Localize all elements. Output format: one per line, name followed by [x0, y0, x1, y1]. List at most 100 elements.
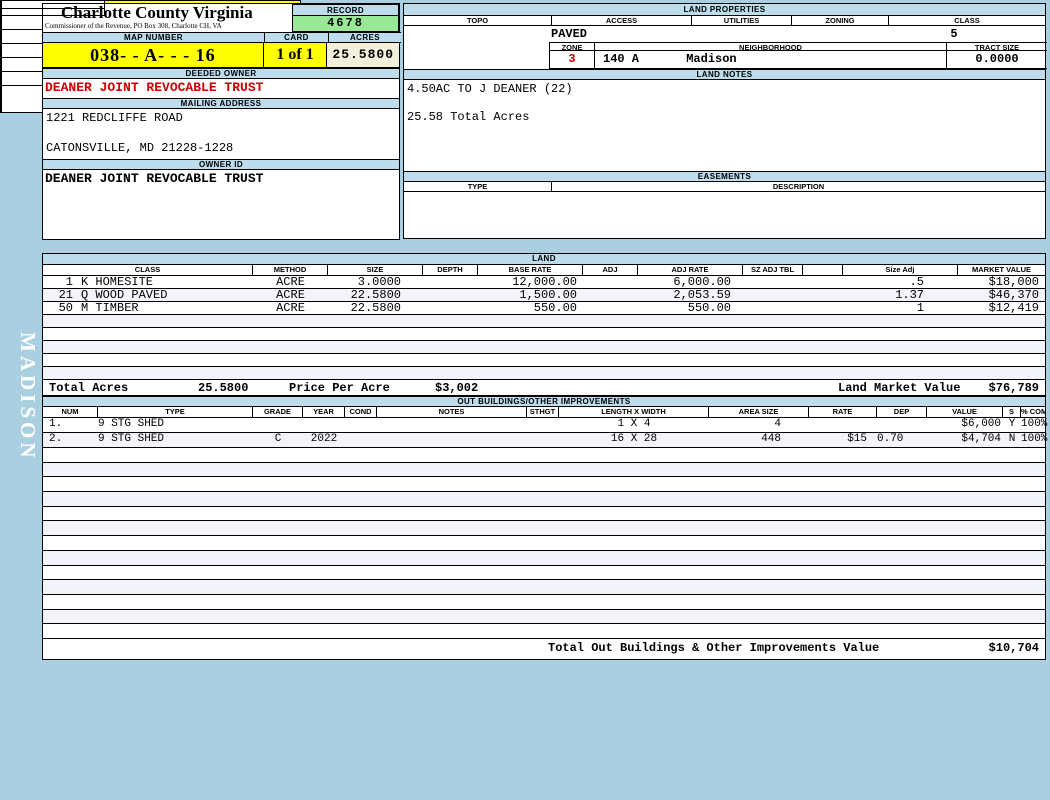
land-properties-panel: LAND PROPERTIES TOPO ACCESS UTILITIES ZO…: [403, 3, 1047, 239]
land-empty-row: [43, 354, 1045, 367]
ob-col-grade: GRADE: [253, 407, 303, 419]
land-col-adj: ADJ: [583, 265, 638, 276]
ob-col-sthgt: STHGT: [527, 407, 559, 419]
neighborhood-code: 140 A: [603, 52, 640, 66]
land-empty-row: [43, 366, 1045, 380]
ob-col-dep: DEP: [877, 407, 927, 419]
land-market-value: $76,789: [988, 380, 1039, 395]
easements-empty-area: [404, 192, 1045, 238]
land-properties-values-row: PAVED 5: [404, 26, 1045, 42]
land-note-line-1: 4.50AC TO J DEANER (22): [407, 82, 573, 96]
land-notes-title: LAND NOTES: [404, 69, 1045, 80]
easement-description-label: DESCRIPTION: [552, 182, 1045, 192]
mailing-address-label: MAILING ADDRESS: [43, 98, 399, 109]
record-number: 4678: [292, 16, 399, 32]
out-building-row: 2. 9 STG SHED C 2022 16 X 28 448 $15 0.7…: [43, 433, 1047, 448]
easement-type-label: TYPE: [404, 182, 552, 192]
price-per-acre-label: Price Per Acre: [289, 380, 390, 395]
zoning-label: ZONING: [792, 16, 889, 26]
land-row: 1K HOMESITE ACRE 3.0000 12,000.00 6,000.…: [43, 276, 1045, 289]
land-col-size-adj: Size Adj: [843, 265, 958, 276]
ob-empty-row: [43, 550, 1045, 566]
land-col-blank: [803, 265, 843, 276]
address-line-2: CATONSVILLE, MD 21228-1228: [46, 141, 234, 155]
ob-empty-row: [43, 477, 1045, 492]
land-col-sz-adj-tbl: SZ ADJ TBL: [743, 265, 803, 276]
owner-panel: Charlotte County Virginia Commissioner o…: [42, 3, 401, 240]
district-vertical-label: MADISON: [16, 332, 40, 462]
ob-col-area-size: AREA SIZE: [709, 407, 809, 419]
land-row: 21 Q WOOD PAVED ACRE 22.5800 1,500.00 2,0…: [43, 288, 1045, 302]
ob-empty-row: [43, 580, 1045, 596]
out-buildings-total-label: Total Out Buildings & Other Improvements…: [548, 641, 880, 656]
land-col-depth: DEPTH: [423, 265, 478, 276]
land-note-line-2: 25.58 Total Acres: [407, 110, 530, 124]
class-label: CLASS: [889, 16, 1045, 26]
neighborhood-name: Madison: [686, 52, 737, 66]
tract-size-value: 0.0000: [975, 52, 1019, 66]
land-notes-box: 4.50AC TO J DEANER (22) 25.58 Total Acre…: [404, 80, 1045, 171]
ob-col-num: NUM: [43, 407, 98, 419]
land-properties-header-row: TOPO ACCESS UTILITIES ZONING CLASS: [404, 16, 1045, 26]
ob-col-pct-comp: % COMP: [1021, 407, 1045, 419]
ob-empty-row: [43, 521, 1045, 537]
map-values-row: 038- - A- - - 16 1 of 1 25.5800: [43, 43, 399, 68]
record-label: RECORD: [292, 4, 399, 16]
land-totals-row: Total Acres 25.5800 Price Per Acre $3,00…: [43, 380, 1045, 397]
ob-empty-row: [43, 462, 1045, 478]
access-label: ACCESS: [552, 16, 692, 26]
map-number-value: 038- - A- - - 16: [43, 43, 264, 67]
price-per-acre-value: $3,002: [435, 380, 479, 395]
mailing-address-block: 1221 REDCLIFFE ROAD CATONSVILLE, MD 2122…: [43, 109, 399, 159]
prior-values-header-cell: [1, 1, 105, 16]
ob-col-cond: COND: [345, 407, 377, 419]
acres-value: 25.5800: [327, 43, 399, 67]
easements-header-row: TYPE DESCRIPTION: [404, 182, 1045, 192]
ob-empty-row: [43, 566, 1045, 581]
zone-subtable: ZONE NEIGHBORHOOD TRACT SIZE 3 140 A Mad…: [549, 42, 1047, 69]
ob-empty-row: [43, 609, 1045, 625]
record-block: RECORD 4678: [292, 4, 399, 32]
land-market-value-label: Land Market Value: [838, 380, 961, 395]
deeded-owner-value: DEANER JOINT REVOCABLE TRUST: [45, 80, 264, 95]
land-empty-row: [43, 314, 1045, 328]
ob-empty-row: [43, 595, 1045, 610]
land-table-panel: LAND CLASS METHOD SIZE DEPTH BASE RATE A…: [42, 253, 1047, 660]
class-value: 5: [950, 27, 958, 41]
map-header-row: MAP NUMBER CARD ACRES: [43, 32, 401, 43]
easements-title: EASEMENTS: [404, 171, 1045, 182]
ob-col-year: YEAR: [303, 407, 345, 419]
ob-col-value: VALUE: [927, 407, 1003, 419]
owner-id-label: OWNER ID: [43, 159, 399, 170]
ob-empty-row: [43, 536, 1045, 551]
ob-empty-row: [43, 491, 1045, 507]
owner-id-value: DEANER JOINT REVOCABLE TRUST: [45, 171, 264, 186]
ob-col-rate: RATE: [809, 407, 877, 419]
out-buildings-total-value: $10,704: [988, 641, 1039, 656]
ob-empty-row: [43, 507, 1045, 522]
out-building-row: 1. 9 STG SHED 1 X 4 4 $6,000 Y 100%: [43, 418, 1047, 434]
ob-empty-row: [43, 448, 1045, 463]
topo-label: TOPO: [404, 16, 552, 26]
total-acres-label: Total Acres: [49, 380, 129, 395]
card-value: 1 of 1: [263, 43, 328, 67]
total-acres-value: 25.5800: [198, 380, 249, 395]
address-line-1: 1221 REDCLIFFE ROAD: [46, 111, 183, 125]
ob-col-length-width: LENGTH X WIDTH: [559, 407, 709, 419]
out-buildings-total-row: Total Out Buildings & Other Improvements…: [43, 639, 1045, 659]
utilities-label: UTILITIES: [692, 16, 792, 26]
neighborhood-label: NEIGHBORHOOD: [595, 43, 947, 51]
out-buildings-header-row: NUM TYPE GRADE YEAR COND NOTES STHGT LEN…: [43, 407, 1045, 419]
land-empty-row: [43, 340, 1045, 354]
ob-empty-row: [43, 624, 1045, 640]
card-label: CARD: [265, 32, 329, 43]
ob-col-s: S: [1003, 407, 1021, 419]
land-empty-row: [43, 328, 1045, 341]
access-value: PAVED: [551, 27, 588, 41]
zone-label: ZONE: [550, 43, 595, 51]
ob-col-type: TYPE: [98, 407, 253, 419]
acres-label: ACRES: [329, 32, 401, 43]
zone-value: 3: [550, 51, 595, 68]
land-row: 50 M TIMBER ACRE 22.5800 550.00 550.00 1 …: [43, 302, 1045, 315]
map-number-label: MAP NUMBER: [43, 32, 265, 43]
